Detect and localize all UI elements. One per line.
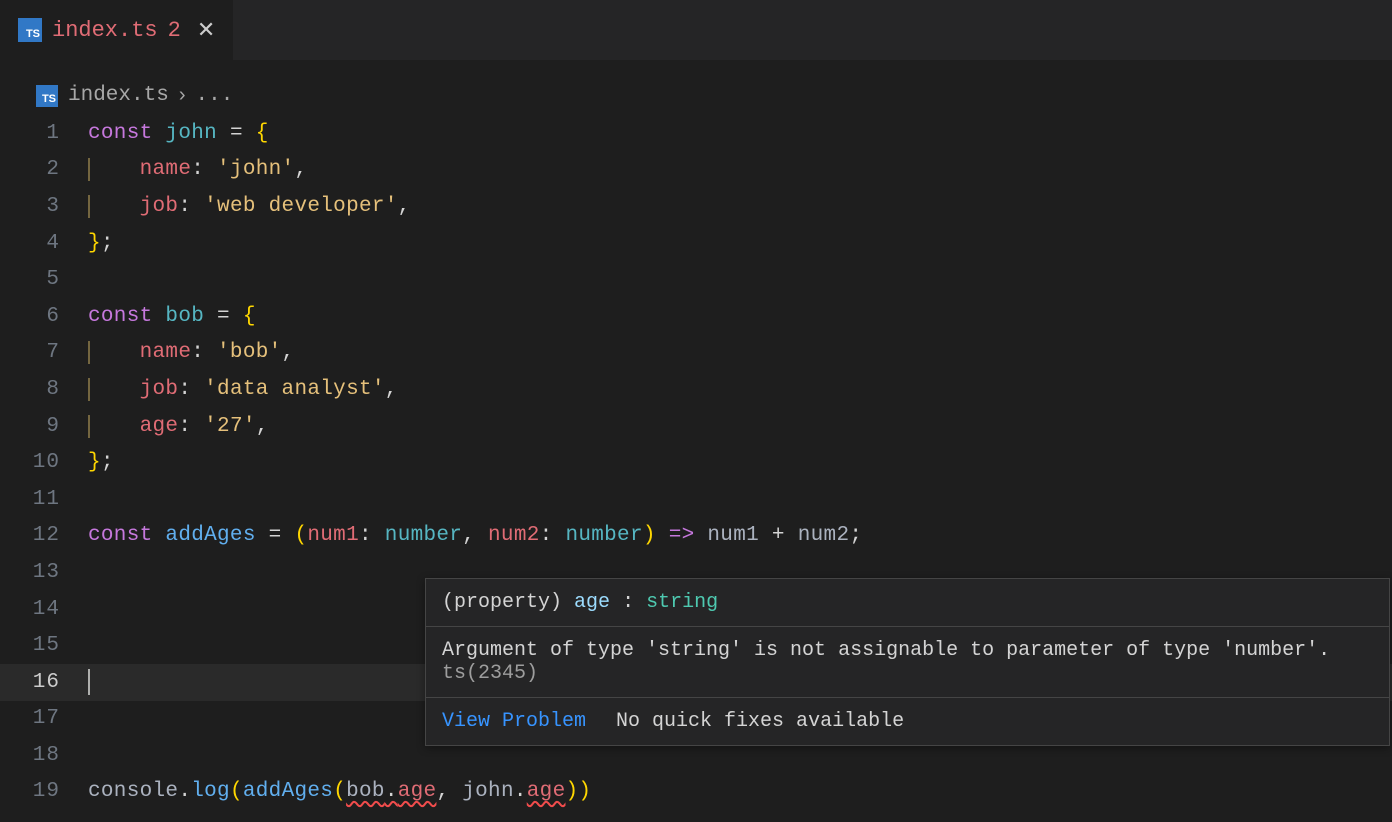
line-number: 11 bbox=[0, 488, 88, 511]
code-line[interactable]: 1const john = { bbox=[0, 115, 1392, 152]
indent-guide bbox=[88, 195, 90, 218]
code-line[interactable]: 12const addAges = (num1: number, num2: n… bbox=[0, 518, 1392, 555]
code-content: const bob = { bbox=[88, 305, 256, 328]
line-number: 15 bbox=[0, 634, 88, 657]
line-number: 4 bbox=[0, 232, 88, 255]
line-number: 5 bbox=[0, 268, 88, 291]
line-number: 1 bbox=[0, 122, 88, 145]
code-content: const addAges = (num1: number, num2: num… bbox=[88, 524, 862, 547]
line-number: 17 bbox=[0, 707, 88, 730]
tab-problem-count-badge: 2 bbox=[168, 18, 181, 43]
code-content: }; bbox=[88, 232, 114, 255]
code-content: name: 'john', bbox=[88, 158, 307, 181]
breadcrumb[interactable]: TS index.ts › ... bbox=[0, 80, 1392, 111]
code-content: }; bbox=[88, 451, 114, 474]
line-number: 2 bbox=[0, 158, 88, 181]
code-line[interactable]: 19console.log(addAges(bob.age, john.age)… bbox=[0, 774, 1392, 811]
line-number: 7 bbox=[0, 341, 88, 364]
code-line[interactable]: 7 name: 'bob', bbox=[0, 335, 1392, 372]
text-cursor bbox=[88, 669, 90, 695]
code-line[interactable]: 2 name: 'john', bbox=[0, 152, 1392, 189]
line-number: 13 bbox=[0, 561, 88, 584]
line-number: 18 bbox=[0, 744, 88, 767]
line-number: 3 bbox=[0, 195, 88, 218]
breadcrumb-scope: ... bbox=[196, 84, 234, 107]
code-line[interactable]: 10}; bbox=[0, 444, 1392, 481]
code-content: job: 'web developer', bbox=[88, 195, 411, 218]
editor-tab[interactable]: TS index.ts 2 ✕ bbox=[0, 0, 234, 60]
hover-tooltip: (property) age : string Argument of type… bbox=[425, 578, 1390, 746]
tab-bar: TS index.ts 2 ✕ bbox=[0, 0, 1392, 60]
code-content: name: 'bob', bbox=[88, 341, 294, 364]
code-content: age: '27', bbox=[88, 415, 269, 438]
typescript-file-icon: TS bbox=[18, 18, 42, 42]
indent-guide bbox=[88, 378, 90, 401]
indent-guide bbox=[88, 341, 90, 364]
line-number: 16 bbox=[0, 671, 88, 694]
close-tab-icon[interactable]: ✕ bbox=[197, 17, 215, 43]
code-content: job: 'data analyst', bbox=[88, 378, 398, 401]
line-number: 8 bbox=[0, 378, 88, 401]
code-line[interactable]: 4}; bbox=[0, 225, 1392, 262]
code-line[interactable]: 8 job: 'data analyst', bbox=[0, 371, 1392, 408]
tab-filename: index.ts bbox=[52, 18, 158, 43]
view-problem-link[interactable]: View Problem bbox=[442, 710, 586, 733]
code-content: console.log(addAges(bob.age, john.age)) bbox=[88, 780, 591, 803]
breadcrumb-filename: index.ts bbox=[68, 84, 169, 107]
line-number: 9 bbox=[0, 415, 88, 438]
hover-signature: (property) age : string bbox=[426, 579, 1389, 626]
typescript-file-icon: TS bbox=[36, 85, 58, 107]
code-line[interactable]: 5 bbox=[0, 261, 1392, 298]
chevron-right-icon: › bbox=[179, 84, 186, 107]
indent-guide bbox=[88, 158, 90, 181]
line-number: 6 bbox=[0, 305, 88, 328]
code-content bbox=[88, 669, 90, 695]
code-line[interactable]: 6const bob = { bbox=[0, 298, 1392, 335]
hover-actions: View Problem No quick fixes available bbox=[426, 697, 1389, 745]
code-line[interactable]: 9 age: '27', bbox=[0, 408, 1392, 445]
hover-error-message: Argument of type 'string' is not assigna… bbox=[426, 626, 1389, 697]
line-number: 14 bbox=[0, 598, 88, 621]
line-number: 19 bbox=[0, 780, 88, 803]
code-line[interactable]: 11 bbox=[0, 481, 1392, 518]
indent-guide bbox=[88, 415, 90, 438]
no-quick-fixes-text: No quick fixes available bbox=[616, 710, 904, 733]
code-line[interactable]: 3 job: 'web developer', bbox=[0, 188, 1392, 225]
line-number: 12 bbox=[0, 524, 88, 547]
code-content: const john = { bbox=[88, 122, 269, 145]
line-number: 10 bbox=[0, 451, 88, 474]
